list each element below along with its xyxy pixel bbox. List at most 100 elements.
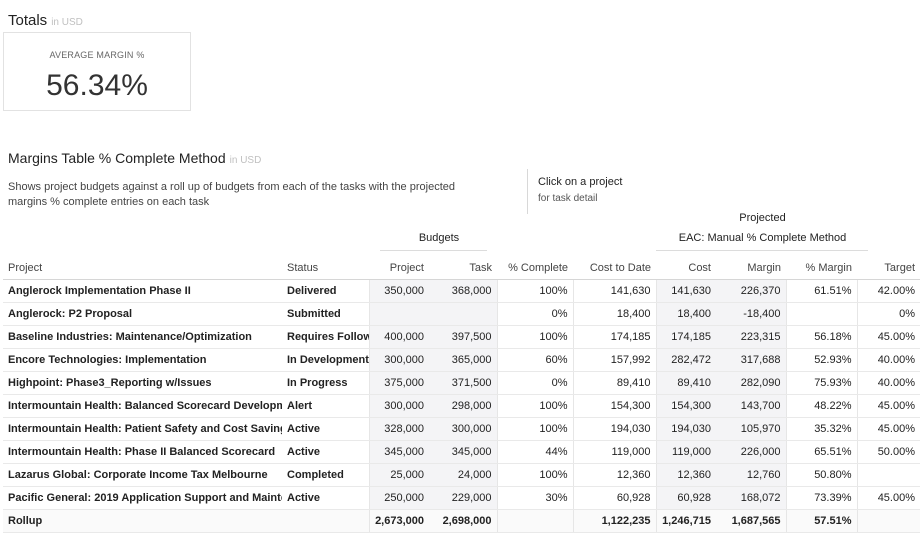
project-cell[interactable]: Baseline Industries: Maintenance/Optimiz… [3, 325, 282, 349]
target-cell: 45.00% [856, 394, 920, 418]
status-cell: Active [282, 486, 369, 510]
budget-project-cell: 25,000 [368, 463, 429, 487]
budget-project-cell: 400,000 [368, 325, 429, 349]
col-header-project[interactable]: Project [3, 257, 282, 280]
target-cell: 42.00% [856, 279, 920, 303]
cost-cell: 12,360 [655, 463, 716, 487]
table-row[interactable]: Lazarus Global: Corporate Income Tax Mel… [3, 463, 920, 487]
col-header-target[interactable]: Target [857, 257, 920, 280]
col-header-cost-to-date[interactable]: Cost to Date [573, 257, 656, 280]
margin-cell: 12,760 [716, 463, 786, 487]
budget-task-cell: 345,000 [429, 440, 497, 464]
status-cell: Submitted [282, 302, 369, 326]
budget-task-cell: 2,698,000 [429, 509, 497, 533]
cost-to-date-cell: 194,030 [572, 417, 656, 441]
project-cell[interactable]: Encore Technologies: Implementation [3, 348, 282, 372]
margin-cell: 226,370 [716, 279, 786, 303]
col-header-budget-task[interactable]: Task [429, 257, 497, 280]
cost-to-date-cell: 174,185 [572, 325, 656, 349]
project-cell[interactable]: Anglerock: P2 Proposal [3, 302, 282, 326]
col-header-status[interactable]: Status [282, 257, 369, 280]
group-header-eac: EAC: Manual % Complete Method [678, 232, 847, 244]
pct-margin-cell: 75.93% [785, 371, 857, 395]
group-header-projected: Projected [739, 212, 786, 224]
project-cell[interactable]: Anglerock Implementation Phase II [3, 279, 282, 303]
margin-cell: 317,688 [716, 348, 786, 372]
table-row[interactable]: Anglerock Implementation Phase II Deliver… [3, 279, 920, 303]
cost-cell: 194,030 [655, 417, 716, 441]
table-row[interactable]: Highpoint: Phase3_Reporting w/Issues In P… [3, 371, 920, 395]
table-row[interactable]: Anglerock: P2 Proposal Submitted 0% 18,400 1… [3, 302, 920, 326]
budget-task-cell: 300,000 [429, 417, 497, 441]
cost-to-date-cell: 157,992 [572, 348, 656, 372]
target-cell: 40.00% [856, 348, 920, 372]
project-cell[interactable]: Intermountain Health: Phase II Balanced … [3, 440, 282, 464]
budget-project-cell: 300,000 [368, 394, 429, 418]
budget-task-cell: 229,000 [429, 486, 497, 510]
project-cell[interactable]: Pacific General: 2019 Application Suppor… [3, 486, 282, 510]
pct-margin-cell: 56.18% [785, 325, 857, 349]
pct-complete-cell: 0% [496, 371, 573, 395]
section-title-text: Margins Table % Complete Method [8, 150, 226, 166]
totals-title-text: Totals [8, 12, 48, 29]
margin-cell: 226,000 [716, 440, 786, 464]
col-header-pct-margin[interactable]: % Margin [786, 257, 857, 280]
budget-task-cell: 368,000 [429, 279, 497, 303]
cost-cell: 60,928 [655, 486, 716, 510]
table-row[interactable]: Baseline Industries: Maintenance/Optimiz… [3, 325, 920, 349]
margin-cell: 282,090 [716, 371, 786, 395]
budget-task-cell: 371,500 [429, 371, 497, 395]
col-header-margin[interactable]: Margin [716, 257, 786, 280]
cost-cell: 18,400 [655, 302, 716, 326]
cost-cell: 154,300 [655, 394, 716, 418]
target-cell: 45.00% [856, 486, 920, 510]
project-cell[interactable]: Intermountain Health: Patient Safety and… [3, 417, 282, 441]
table-row[interactable]: Encore Technologies: Implementation In De… [3, 348, 920, 372]
rollup-row: Rollup 2,673,000 2,698,000 1,122,235 1,246,7… [3, 509, 920, 533]
cost-to-date-cell: 60,928 [572, 486, 656, 510]
metric-value: 56.34% [46, 69, 148, 102]
pct-margin-cell: 61.51% [785, 279, 857, 303]
cost-cell: 1,246,715 [655, 509, 716, 533]
cost-cell: 282,472 [655, 348, 716, 372]
budget-project-cell: 345,000 [368, 440, 429, 464]
pct-margin-cell [785, 302, 857, 326]
project-cell[interactable]: Intermountain Health: Balanced Scorecard… [3, 394, 282, 418]
pct-margin-cell: 48.22% [785, 394, 857, 418]
col-header-cost[interactable]: Cost [656, 257, 716, 280]
cost-cell: 141,630 [655, 279, 716, 303]
table-row[interactable]: Intermountain Health: Balanced Scorecard… [3, 394, 920, 418]
cost-to-date-cell: 119,000 [572, 440, 656, 464]
target-cell: 40.00% [856, 371, 920, 395]
project-cell[interactable]: Lazarus Global: Corporate Income Tax Mel… [3, 463, 282, 487]
status-cell: Active [282, 417, 369, 441]
pct-complete-cell: 60% [496, 348, 573, 372]
budget-task-cell: 397,500 [429, 325, 497, 349]
target-cell: 50.00% [856, 440, 920, 464]
col-header-budget-project[interactable]: Project [369, 257, 429, 280]
group-line-budgets [380, 250, 487, 251]
status-cell: Delivered [282, 279, 369, 303]
pct-complete-cell: 0% [496, 302, 573, 326]
budget-task-cell: 298,000 [429, 394, 497, 418]
col-header-pct-complete[interactable]: % Complete [497, 257, 573, 280]
pct-complete-cell: 100% [496, 417, 573, 441]
project-cell[interactable]: Highpoint: Phase3_Reporting w/Issues [3, 371, 282, 395]
table-row[interactable]: Pacific General: 2019 Application Suppor… [3, 486, 920, 510]
target-cell: 0% [856, 302, 920, 326]
margin-cell: 168,072 [716, 486, 786, 510]
status-cell: Completed [282, 463, 369, 487]
budget-project-cell: 350,000 [368, 279, 429, 303]
table-row[interactable]: Intermountain Health: Phase II Balanced … [3, 440, 920, 464]
margin-cell: 105,970 [716, 417, 786, 441]
table-row[interactable]: Intermountain Health: Patient Safety and… [3, 417, 920, 441]
section-description: Shows project budgets against a roll up … [8, 181, 455, 208]
pct-margin-cell: 65.51% [785, 440, 857, 464]
pct-complete-cell: 100% [496, 279, 573, 303]
cost-to-date-cell: 89,410 [572, 371, 656, 395]
target-cell [856, 463, 920, 487]
pct-margin-cell: 35.32% [785, 417, 857, 441]
target-cell [856, 509, 920, 533]
budget-task-cell: 365,000 [429, 348, 497, 372]
target-cell: 45.00% [856, 325, 920, 349]
